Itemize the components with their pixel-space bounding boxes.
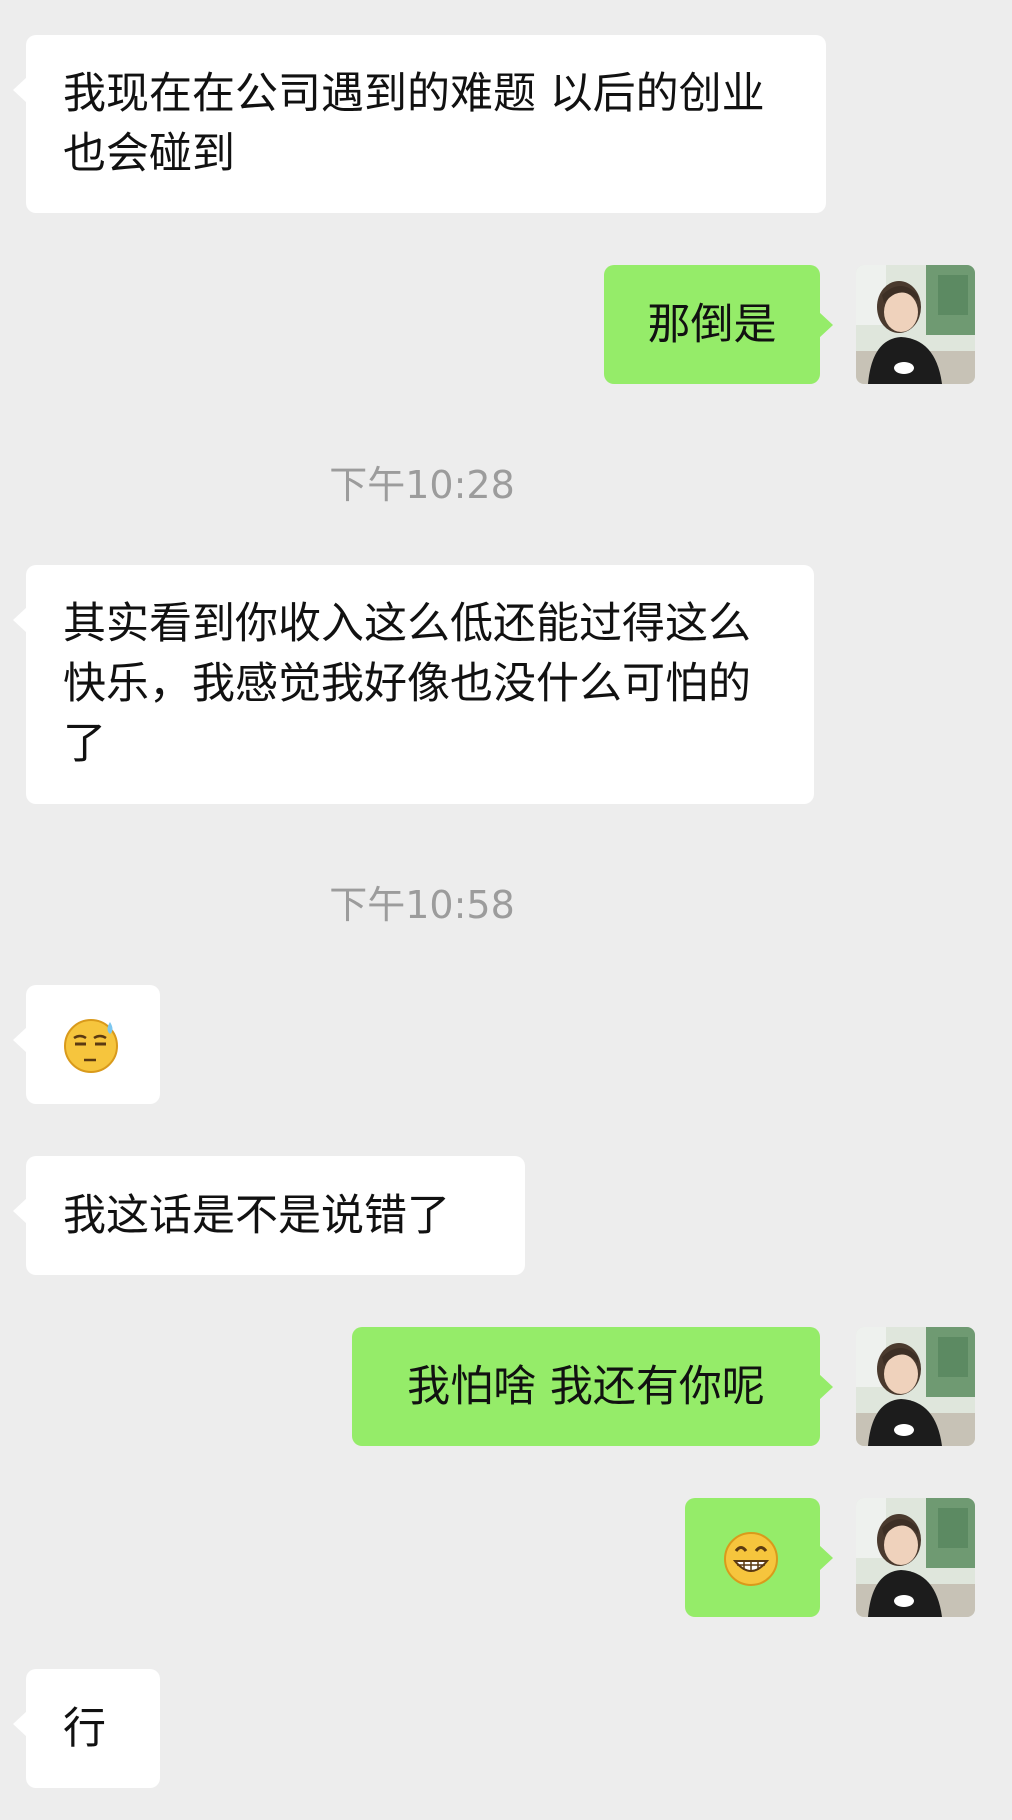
outgoing-message-bubble[interactable]: 那倒是 <box>604 265 833 384</box>
message-text: 我现在在公司遇到的难题 以后的创业也会碰到 <box>63 69 765 179</box>
avatar-photo <box>856 1498 975 1617</box>
message-text: 那倒是 <box>647 299 777 350</box>
message-text: 我这话是不是说错了 <box>63 1190 450 1241</box>
incoming-emoji-bubble[interactable] <box>13 985 160 1104</box>
avatar-photo <box>856 265 975 384</box>
incoming-message-bubble[interactable]: 行 <box>13 1669 160 1788</box>
incoming-message-bubble[interactable]: 我现在在公司遇到的难题 以后的创业也会碰到 <box>13 35 826 213</box>
my-avatar[interactable] <box>856 1498 975 1617</box>
message-text: 我怕啥 我还有你呢 <box>407 1361 765 1412</box>
message-text: 其实看到你收入这么低还能过得这么快乐，我感觉我好像也没什么可怕的了 <box>63 599 751 769</box>
outgoing-message-bubble[interactable]: 我怕啥 我还有你呢 <box>352 1327 833 1446</box>
incoming-message-bubble[interactable]: 其实看到你收入这么低还能过得这么快乐，我感觉我好像也没什么可怕的了 <box>13 565 814 804</box>
incoming-message-bubble[interactable]: 我这话是不是说错了 <box>13 1156 525 1275</box>
message-timestamp: 下午10:28 <box>329 463 515 507</box>
my-avatar[interactable] <box>856 1327 975 1446</box>
avatar-photo <box>856 1327 975 1446</box>
my-avatar[interactable] <box>856 265 975 384</box>
message-text: 行 <box>63 1703 106 1754</box>
outgoing-emoji-bubble[interactable] <box>685 1498 833 1617</box>
grin-emoji-icon <box>722 1529 780 1587</box>
message-timestamp: 下午10:58 <box>329 883 515 927</box>
awkward-sweat-emoji-icon <box>62 1016 120 1074</box>
